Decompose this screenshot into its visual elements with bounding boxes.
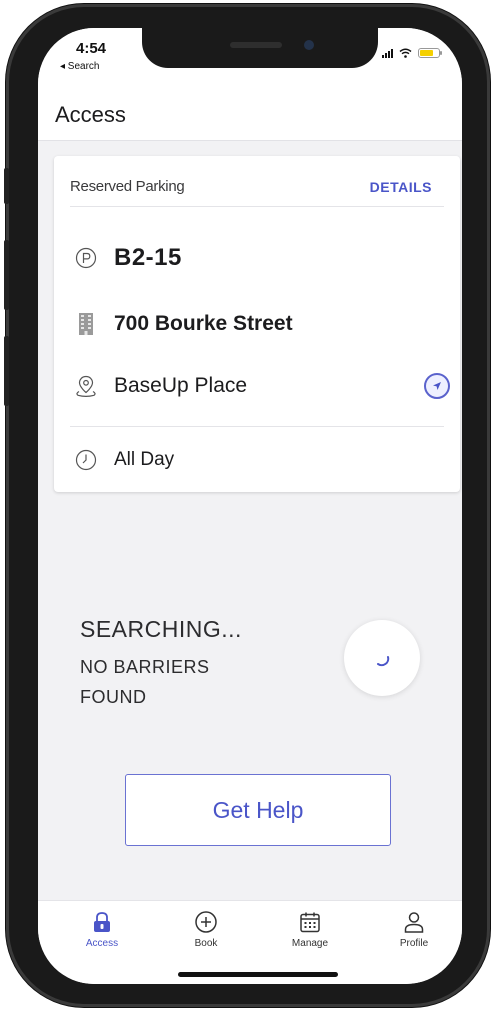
tab-manage-label: Manage bbox=[291, 938, 329, 949]
searching-status-title: SEARCHING... bbox=[80, 616, 242, 642]
volume-up-button bbox=[4, 240, 9, 310]
person-icon bbox=[401, 909, 427, 935]
building-row: 700 Bourke Street bbox=[74, 306, 444, 342]
clock-icon bbox=[74, 448, 98, 472]
building-address-value: 700 Bourke Street bbox=[114, 312, 293, 335]
tab-access-label: Access bbox=[85, 938, 119, 949]
parking-space-row: B2-15 bbox=[74, 240, 444, 276]
reserved-parking-card: Reserved Parking DETAILS B2-15 700 Bourk… bbox=[54, 156, 460, 492]
get-help-button[interactable]: Get Help bbox=[125, 774, 391, 846]
volume-down-button bbox=[4, 336, 9, 406]
loading-spinner bbox=[344, 620, 420, 696]
status-bar: 4:54 ◂ Search bbox=[38, 28, 462, 100]
parking-space-value: B2-15 bbox=[114, 244, 182, 271]
tab-book[interactable]: Book bbox=[166, 909, 246, 949]
status-icons bbox=[382, 48, 442, 58]
tab-access[interactable]: Access bbox=[62, 909, 142, 949]
details-link[interactable]: DETAILS bbox=[370, 179, 432, 195]
tab-profile[interactable]: Profile bbox=[374, 909, 454, 949]
battery-icon bbox=[418, 48, 442, 58]
notch bbox=[142, 28, 378, 68]
card-header: Reserved Parking DETAILS bbox=[70, 178, 444, 207]
tab-profile-label: Profile bbox=[399, 938, 429, 949]
spinner-icon bbox=[377, 656, 390, 667]
calendar-icon bbox=[297, 909, 323, 935]
place-row: BaseUp Place bbox=[74, 368, 444, 404]
speaker bbox=[230, 42, 282, 48]
navigate-button[interactable] bbox=[424, 373, 450, 399]
lock-icon bbox=[89, 909, 115, 935]
card-divider bbox=[70, 426, 444, 427]
building-icon bbox=[74, 312, 98, 336]
time-row: All Day bbox=[74, 442, 444, 478]
back-to-search-link[interactable]: ◂ Search bbox=[60, 61, 99, 72]
plus-circle-icon bbox=[193, 909, 219, 935]
signal-icon bbox=[382, 48, 393, 58]
mute-switch bbox=[4, 168, 9, 204]
time-value: All Day bbox=[114, 449, 175, 470]
wifi-icon bbox=[399, 48, 412, 58]
camera bbox=[304, 40, 314, 50]
card-title: Reserved Parking bbox=[70, 178, 185, 195]
tab-book-label: Book bbox=[194, 938, 218, 949]
place-name-value: BaseUp Place bbox=[114, 374, 248, 397]
searching-status-subtitle: NO BARRIERS FOUND bbox=[80, 657, 210, 707]
page-header: Access bbox=[38, 100, 462, 141]
app-screen: 4:54 ◂ Search Access Reserved Parking DE… bbox=[38, 28, 462, 984]
navigate-icon bbox=[433, 382, 441, 390]
page-title: Access bbox=[55, 102, 126, 127]
status-time: 4:54 bbox=[76, 40, 107, 57]
parking-icon bbox=[74, 246, 98, 270]
location-pin-icon bbox=[74, 374, 98, 398]
tab-manage[interactable]: Manage bbox=[270, 909, 350, 949]
home-indicator bbox=[178, 972, 338, 977]
